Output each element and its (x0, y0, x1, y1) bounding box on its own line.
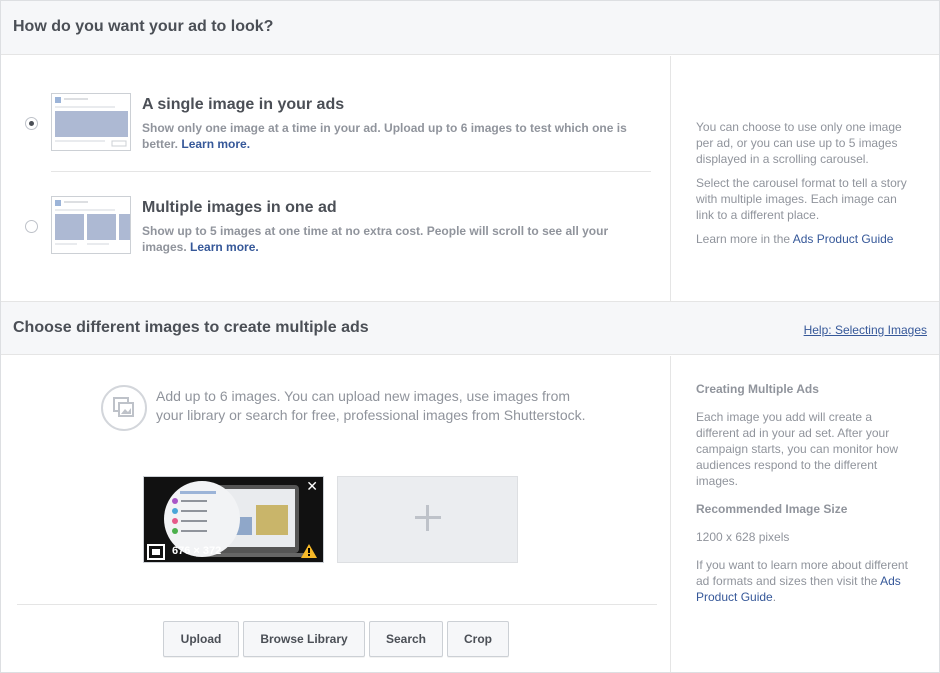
multiple-images-description: Show up to 5 images at one time at no ex… (142, 224, 609, 254)
ad-format-panel: How do you want your ad to look? A singl… (0, 0, 940, 673)
warning-icon[interactable] (301, 544, 317, 558)
section-title: How do you want your ad to look? (13, 18, 274, 35)
sidebar-paragraph: Each image you add will create a differe… (696, 410, 899, 488)
sidebar-paragraph: Select the carousel format to tell a sto… (696, 176, 907, 222)
upload-button[interactable]: Upload (163, 621, 239, 657)
options-divider (51, 171, 651, 172)
sidebar-paragraph: Learn more in the Ads Product Guide (696, 232, 894, 246)
help-selecting-images-link[interactable]: Help: Selecting Images (804, 323, 927, 337)
buttons-divider (17, 604, 657, 605)
add-image-tile[interactable] (337, 476, 518, 563)
multiple-ads-help-sidebar: Creating Multiple Ads Each image you add… (696, 381, 911, 605)
remove-image-icon[interactable]: ✕ (306, 478, 318, 495)
section-title: Choose different images to create multip… (13, 319, 369, 336)
sidebar-heading: Recommended Image Size (696, 502, 848, 516)
single-image-radio[interactable] (25, 117, 38, 130)
search-button[interactable]: Search (369, 621, 443, 657)
image-dimensions: 676 × 372 (172, 545, 222, 557)
uploaded-image-preview (144, 477, 323, 562)
sidebar-divider (670, 356, 671, 672)
single-image-learn-more-link[interactable]: Learn more. (181, 137, 250, 151)
multiple-images-thumbnail (51, 196, 131, 254)
recommended-size: 1200 x 628 pixels (696, 530, 790, 544)
uploaded-image-tile[interactable]: 676 × 372 ✕ (143, 476, 324, 563)
section-header-ad-look: How do you want your ad to look? (1, 1, 939, 55)
sidebar-paragraph: If you want to learn more about differen… (696, 558, 908, 604)
upload-instructions: Add up to 6 images. You can upload new i… (156, 388, 586, 423)
single-image-description: Show only one image at a time in your ad… (142, 121, 627, 151)
multiple-images-title: Multiple images in one ad (142, 199, 337, 216)
images-icon-circle (101, 385, 147, 431)
ads-product-guide-link[interactable]: Ads Product Guide (793, 232, 894, 246)
multiple-images-learn-more-link[interactable]: Learn more. (190, 240, 259, 254)
format-help-sidebar: You can choose to use only one image per… (696, 119, 916, 247)
images-icon (113, 397, 134, 417)
single-image-preview-icon (55, 97, 128, 147)
multiple-images-radio[interactable] (25, 220, 38, 233)
single-image-thumbnail (51, 93, 131, 151)
single-image-title: A single image in your ads (142, 96, 345, 113)
crop-button[interactable]: Crop (447, 621, 509, 657)
plus-icon (415, 505, 441, 531)
sidebar-heading: Creating Multiple Ads (696, 382, 819, 396)
carousel-preview-icon (55, 200, 130, 245)
sidebar-paragraph: You can choose to use only one image per… (696, 120, 902, 166)
sidebar-divider (670, 56, 671, 301)
section-header-multiple-ads: Choose different images to create multip… (1, 301, 939, 355)
browse-library-button[interactable]: Browse Library (243, 621, 365, 657)
